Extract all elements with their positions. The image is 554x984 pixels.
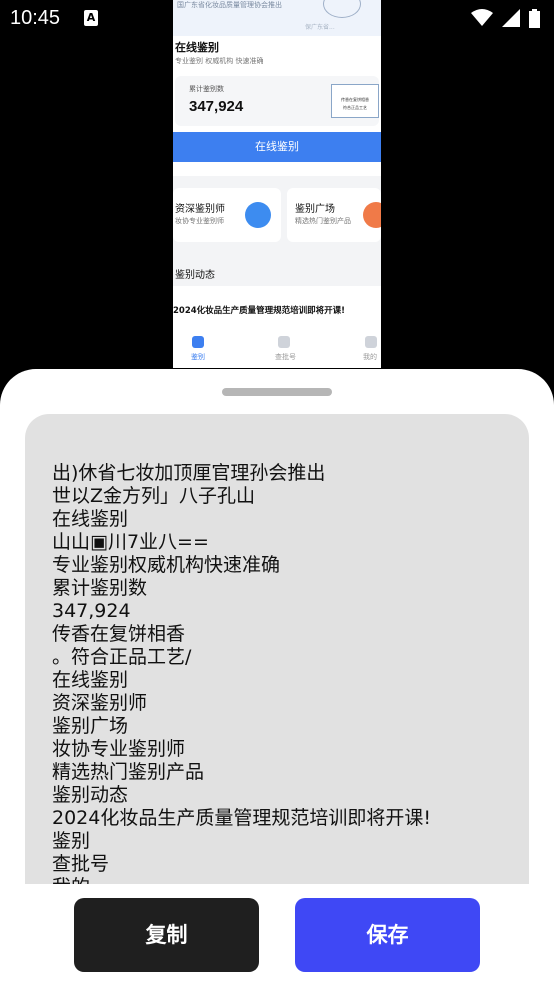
preview-section-title: 在线鉴别	[175, 41, 219, 54]
preview-card1-sub: 妆协专业鉴别师	[175, 217, 224, 225]
text-line: 资深鉴别师	[52, 692, 148, 714]
text-line: 。符合正品工艺/	[52, 646, 192, 668]
preview-banner-text2: 保广东省...	[305, 24, 335, 31]
copy-button[interactable]: 复制	[74, 898, 259, 972]
cert-line1: 传香在复饼相香	[341, 97, 369, 102]
text-line: 专业鉴别权威机构快速准确	[52, 554, 281, 576]
preview-news-item: 2024化妆品生产质量管理规范培训即将开课!	[173, 306, 346, 316]
text-line: 347,924	[52, 600, 131, 622]
preview-banner-text: 国广东省化妆品质量管理协会推出	[177, 1, 282, 9]
drag-handle[interactable]	[222, 388, 332, 396]
text-line: 鉴别广场	[52, 715, 129, 737]
cert-line2: 符合正品工艺	[343, 105, 367, 110]
preview-tab-mine: 我的	[363, 353, 377, 361]
text-line: 鉴别动态	[52, 784, 129, 806]
text-line: 山山▣川7业八==	[52, 531, 209, 553]
screenshot-preview: 国广东省化妆品质量管理协会推出 保广东省... 在线鉴别 专业鉴别 权威机构 快…	[173, 0, 381, 368]
preview-primary-button: 在线鉴别	[173, 132, 381, 162]
certificate-image: 传香在复饼相香 符合正品工艺	[331, 84, 379, 118]
shield-icon	[192, 336, 204, 348]
text-line: 查批号	[52, 853, 110, 875]
wifi-icon	[470, 9, 493, 26]
notification-icon: A	[84, 10, 98, 26]
preview-card2-sub: 精选热门鉴别产品	[295, 217, 351, 225]
preview-tab-identify: 鉴别	[191, 353, 205, 361]
text-line: 2024化妆品生产质量管理规范培训即将开课!	[52, 807, 431, 829]
preview-card2-title: 鉴别广场	[295, 204, 335, 215]
text-line: 我的	[52, 876, 431, 884]
preview-news-heading: 鉴别动态	[175, 270, 215, 281]
preview-counter-label: 累计鉴别数	[189, 85, 224, 93]
document-icon	[278, 336, 290, 348]
text-line: 在线鉴别	[52, 669, 129, 691]
text-line: 精选热门鉴别产品	[52, 761, 205, 783]
recognized-text-panel[interactable]: 出)休省七妆加顶厘官理孙会推出 世以Z金方列」八子孔山 在线鉴别 山山▣川7业八…	[25, 414, 529, 884]
preview-tags: 专业鉴别 权威机构 快速准确	[175, 57, 264, 65]
preview-counter-value: 347,924	[189, 98, 244, 115]
text-line: 在线鉴别	[52, 508, 129, 530]
status-icons	[467, 9, 540, 28]
text-line: 累计鉴别数	[52, 577, 148, 599]
preview-tab-batch: 查批号	[275, 353, 296, 361]
text-line: 鉴别	[52, 830, 91, 852]
experts-icon	[245, 202, 271, 228]
save-button[interactable]: 保存	[295, 898, 480, 972]
signal-icon	[501, 9, 520, 27]
text-line: 世以Z金方列」八子孔山	[52, 485, 256, 507]
text-line: 传香在复饼相香	[52, 623, 186, 645]
text-line: 妆协专业鉴别师	[52, 738, 186, 760]
text-line: 出)休省七妆加顶厘官理孙会推出	[52, 462, 326, 484]
battery-icon	[529, 9, 540, 28]
recognized-text-list: 出)休省七妆加顶厘官理孙会推出 世以Z金方列」八子孔山 在线鉴别 山山▣川7业八…	[52, 462, 431, 884]
status-time: 10:45	[10, 7, 61, 29]
user-icon	[365, 336, 377, 348]
preview-card1-title: 资深鉴别师	[175, 204, 225, 215]
